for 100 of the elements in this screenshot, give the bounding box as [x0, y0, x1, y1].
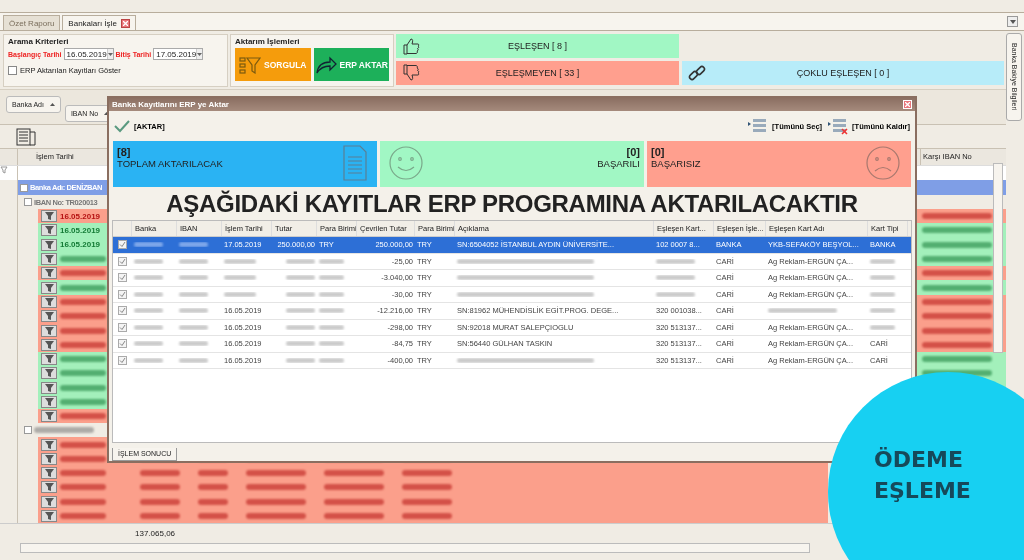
- scrollbar[interactable]: [993, 163, 1003, 353]
- blurred-text: [922, 327, 992, 334]
- sort-icon: [49, 103, 55, 106]
- filter-button[interactable]: [41, 495, 57, 508]
- tab[interactable]: Özet Raporu: [3, 15, 61, 30]
- date-cell-text: 16.05.2019: [60, 225, 102, 235]
- status-card[interactable]: EŞLEŞEN [ 8 ]: [396, 34, 679, 58]
- caret-icon: [1009, 19, 1016, 24]
- list-remove-icon: [828, 117, 849, 135]
- checkbox[interactable]: [118, 256, 127, 266]
- blurred-text: [922, 213, 992, 220]
- blurred-text: [319, 291, 345, 297]
- filter-button[interactable]: [41, 438, 57, 451]
- filter-button[interactable]: [41, 467, 57, 480]
- scrollbar[interactable]: [20, 543, 810, 554]
- filter-button[interactable]: [41, 353, 57, 366]
- blurred-text: [60, 470, 106, 477]
- filter-button[interactable]: [41, 381, 57, 394]
- thumbs-up-icon: [402, 37, 420, 55]
- blurred-text: [286, 275, 315, 281]
- checkbox[interactable]: [118, 273, 127, 283]
- filter-button[interactable]: [41, 267, 57, 280]
- blurred-text: [60, 370, 106, 377]
- list-icon: [748, 117, 769, 135]
- link-icon: [688, 64, 706, 82]
- blurred-text: [60, 270, 106, 277]
- blurred-text: [60, 384, 106, 391]
- blurred-text: [179, 258, 208, 264]
- blurred-text: [179, 275, 208, 281]
- blurred-text: [134, 324, 163, 330]
- checkbox[interactable]: [118, 339, 127, 349]
- blurred-text: [179, 242, 208, 248]
- blurred-text: [60, 313, 106, 320]
- filter-button[interactable]: [41, 481, 57, 494]
- status-card[interactable]: EŞLEŞMEYEN [ 33 ]: [396, 61, 679, 85]
- checkbox[interactable]: [118, 322, 127, 332]
- blurred-text: [60, 413, 106, 420]
- badge-text: EŞLEME: [874, 477, 972, 505]
- filter-button[interactable]: [41, 224, 57, 237]
- filter-button[interactable]: [41, 338, 57, 351]
- blurred-text: [134, 242, 163, 248]
- sad-face-icon: [865, 145, 901, 181]
- blurred-text: [60, 298, 106, 305]
- filter-button[interactable]: [41, 510, 57, 523]
- checkbox[interactable]: [118, 306, 127, 316]
- filter-icon: [0, 166, 8, 174]
- filter-button[interactable]: [41, 452, 57, 465]
- blurred-text: [60, 498, 106, 505]
- blurred-text: [134, 308, 163, 314]
- blurred-text: [768, 308, 837, 314]
- blurred-text: [656, 291, 696, 297]
- blurred-text: [134, 357, 163, 363]
- blurred-text: [134, 275, 163, 281]
- dropdown-button[interactable]: [1007, 16, 1018, 27]
- filter-button[interactable]: [41, 281, 57, 294]
- count-label: [0]: [626, 146, 640, 158]
- filter-button[interactable]: [41, 310, 57, 323]
- filter-button[interactable]: [41, 396, 57, 408]
- blurred-text: [286, 308, 315, 314]
- blurred-text: [60, 327, 106, 334]
- filter-button[interactable]: [41, 210, 57, 223]
- heading: AŞAĞIDAKİ KAYITLAR ERP PROGRAMINA AKTARILACAKTIR: [165, 189, 859, 219]
- filter-button[interactable]: [41, 238, 57, 251]
- blurred-text: [286, 258, 315, 264]
- checkbox[interactable]: [118, 289, 127, 299]
- blurred-text: [60, 513, 106, 520]
- columns-icon[interactable]: [16, 127, 36, 146]
- blurred-text: [60, 399, 106, 405]
- blurred-text: [224, 291, 257, 297]
- blurred-text: [319, 341, 345, 347]
- date-field[interactable]: 16.05.2019: [63, 48, 114, 60]
- filter-button[interactable]: [41, 410, 57, 423]
- blurred-text: [656, 258, 696, 264]
- card-label: BAŞARILI: [597, 158, 640, 169]
- filter-button[interactable]: [41, 324, 57, 337]
- tab[interactable]: Bankaları İşle: [62, 15, 136, 30]
- blurred-text: [34, 427, 94, 434]
- blurred-text: [224, 275, 257, 281]
- filter-button[interactable]: [41, 295, 57, 308]
- document-icon: [343, 145, 367, 181]
- blurred-text: [60, 441, 106, 448]
- blurred-text: [179, 308, 208, 314]
- checkbox[interactable]: [8, 66, 17, 75]
- blurred-text: [922, 341, 992, 348]
- date-field[interactable]: 17.05.2019: [153, 48, 204, 60]
- blurred-text: [286, 324, 315, 330]
- blurred-text: [922, 298, 992, 305]
- filter-button[interactable]: [41, 253, 57, 266]
- badge-text: ÖDEME: [874, 446, 964, 474]
- collapse-icon[interactable]: [24, 426, 32, 435]
- checkbox[interactable]: [118, 355, 127, 365]
- blurred-text: [134, 291, 163, 297]
- blurred-text: [870, 308, 896, 314]
- checkbox[interactable]: [118, 240, 127, 250]
- sort-icon: [104, 112, 110, 115]
- filter-button[interactable]: [41, 367, 57, 380]
- blurred-text: [60, 455, 106, 462]
- blurred-text: [60, 356, 106, 363]
- status-card[interactable]: ÇOKLU EŞLEŞEN [ 0 ]: [682, 61, 1004, 85]
- blurred-text: [922, 227, 992, 234]
